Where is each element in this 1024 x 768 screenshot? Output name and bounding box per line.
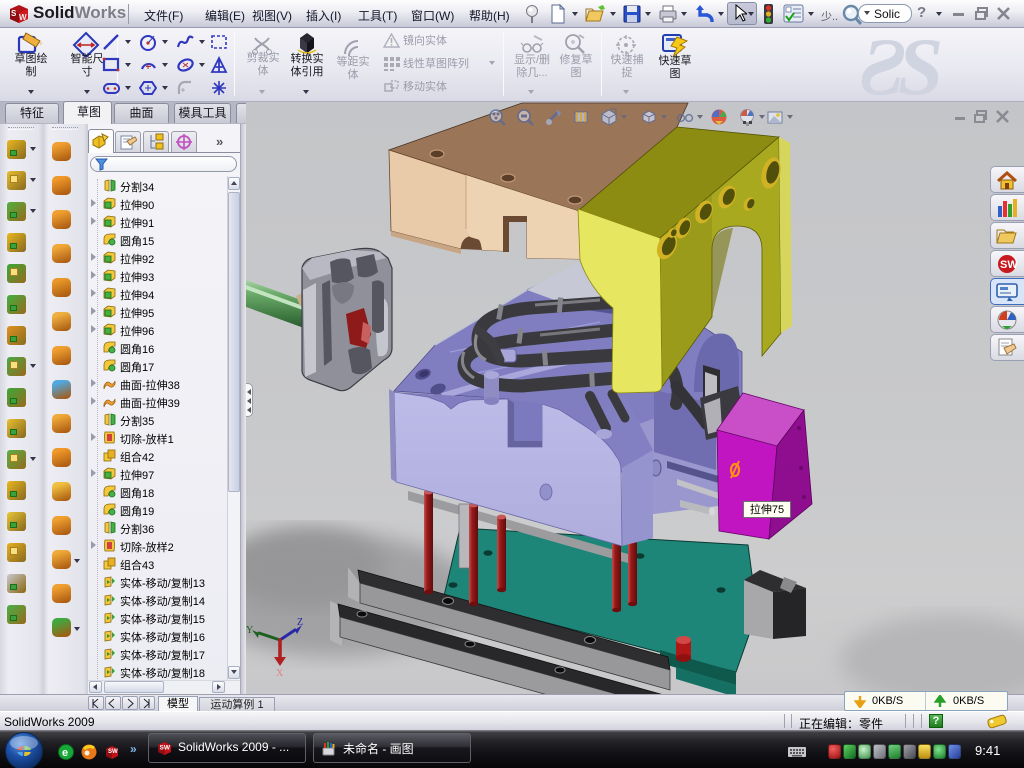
svg-text:Z: Z	[297, 617, 303, 628]
svg-text:e: e	[62, 747, 68, 759]
svg-text:SW: SW	[108, 749, 118, 755]
svg-text:Y: Y	[246, 625, 253, 636]
svg-text:SW: SW	[160, 745, 171, 752]
svg-text:W: W	[19, 13, 27, 22]
svg-text:SW: SW	[1000, 259, 1018, 271]
svg-text:X: X	[276, 668, 284, 679]
svg-text:S: S	[11, 9, 17, 18]
